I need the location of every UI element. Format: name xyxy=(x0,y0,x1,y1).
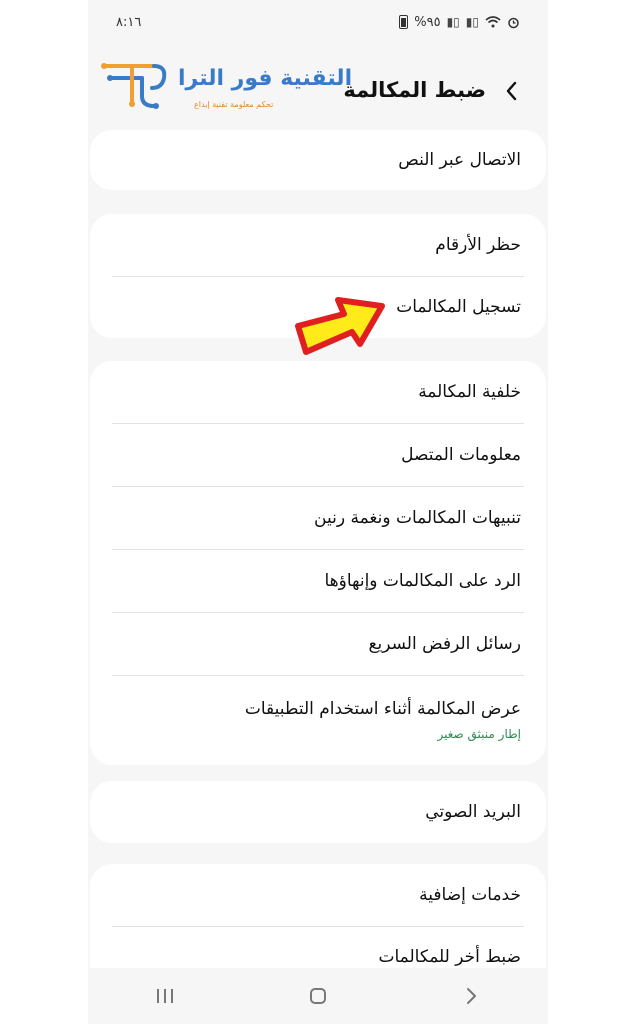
wifi-icon xyxy=(485,16,501,28)
settings-item-quick-decline[interactable]: رسائل الرفض السريع xyxy=(90,612,546,675)
watermark-logo: التقنية فور الترا تحكم معلومة تقنية إبدا… xyxy=(98,52,352,122)
status-left: %٩٥ ▮▯ ▮▯ xyxy=(399,15,520,30)
logo-name: التقنية فور الترا xyxy=(178,66,353,91)
status-time: ٨:١٦ xyxy=(116,14,142,30)
page-title: ضبط المكالمة xyxy=(343,78,486,102)
card-voicemail: البريد الصوتي xyxy=(90,781,546,843)
item-title: الاتصال عبر النص xyxy=(398,150,521,170)
signal-icon-2: ▮▯ xyxy=(465,15,479,29)
settings-item-text-calling[interactable]: الاتصال عبر النص xyxy=(90,130,546,190)
item-title: خدمات إضافية xyxy=(419,885,521,905)
logo-tagline: تحكم معلومة تقنية إبداع xyxy=(194,100,274,109)
arrow-right-icon xyxy=(295,297,385,355)
item-title: ضبط أخر للمكالمات xyxy=(378,947,521,967)
item-title: عرض المكالمة أثناء استخدام التطبيقات xyxy=(244,699,521,719)
home-icon xyxy=(309,988,326,1004)
back-button[interactable] xyxy=(496,76,526,106)
card-call-options: خلفية المكالمة معلومات المتصل تنبيهات ال… xyxy=(90,361,546,765)
annotation-arrow xyxy=(294,292,386,364)
settings-item-call-display[interactable]: عرض المكالمة أثناء استخدام التطبيقات إطا… xyxy=(90,675,546,765)
item-subtitle: إطار منبثق صغير xyxy=(437,727,521,741)
settings-item-call-alerts-ringtone[interactable]: تنبيهات المكالمات ونغمة رنين xyxy=(90,486,546,549)
item-title: تنبيهات المكالمات ونغمة رنين xyxy=(314,507,521,528)
settings-item-voicemail[interactable]: البريد الصوتي xyxy=(90,781,546,843)
status-bar: %٩٥ ▮▯ ▮▯ ٨:١٦ xyxy=(88,0,548,44)
settings-item-block-numbers[interactable]: حظر الأرقام xyxy=(90,214,546,276)
recent-apps-button[interactable] xyxy=(140,976,190,1016)
battery-level: %٩٥ xyxy=(414,14,441,30)
item-title: الرد على المكالمات وإنهاؤها xyxy=(324,570,521,591)
home-button[interactable] xyxy=(293,976,343,1016)
card-text-calling: الاتصال عبر النص xyxy=(90,130,546,190)
header: التقنية فور الترا تحكم معلومة تقنية إبدا… xyxy=(88,52,548,132)
settings-item-call-background[interactable]: خلفية المكالمة xyxy=(90,361,546,423)
settings-item-caller-info[interactable]: معلومات المتصل xyxy=(90,423,546,486)
back-nav-button[interactable] xyxy=(446,976,496,1016)
item-title: معلومات المتصل xyxy=(401,444,521,465)
settings-item-supplementary-services[interactable]: خدمات إضافية xyxy=(90,864,546,926)
navigation-bar xyxy=(88,968,548,1024)
item-title: رسائل الرفض السريع xyxy=(368,633,521,654)
signal-icon: ▮▯ xyxy=(446,15,460,29)
battery-icon xyxy=(399,15,409,29)
settings-item-answer-end-calls[interactable]: الرد على المكالمات وإنهاؤها xyxy=(90,549,546,612)
logo-mark-icon xyxy=(101,63,167,109)
alarm-icon xyxy=(508,17,519,28)
chevron-left-icon xyxy=(506,81,517,101)
item-title: تسجيل المكالمات xyxy=(396,297,521,317)
recents-icon xyxy=(156,989,173,1003)
item-title: البريد الصوتي xyxy=(425,802,521,822)
back-arrow-icon xyxy=(467,988,477,1004)
item-title: حظر الأرقام xyxy=(435,235,521,255)
item-title: خلفية المكالمة xyxy=(418,382,521,402)
phone-screen: %٩٥ ▮▯ ▮▯ ٨:١٦ التقنية فور الترا تحكم مع… xyxy=(88,0,548,1024)
